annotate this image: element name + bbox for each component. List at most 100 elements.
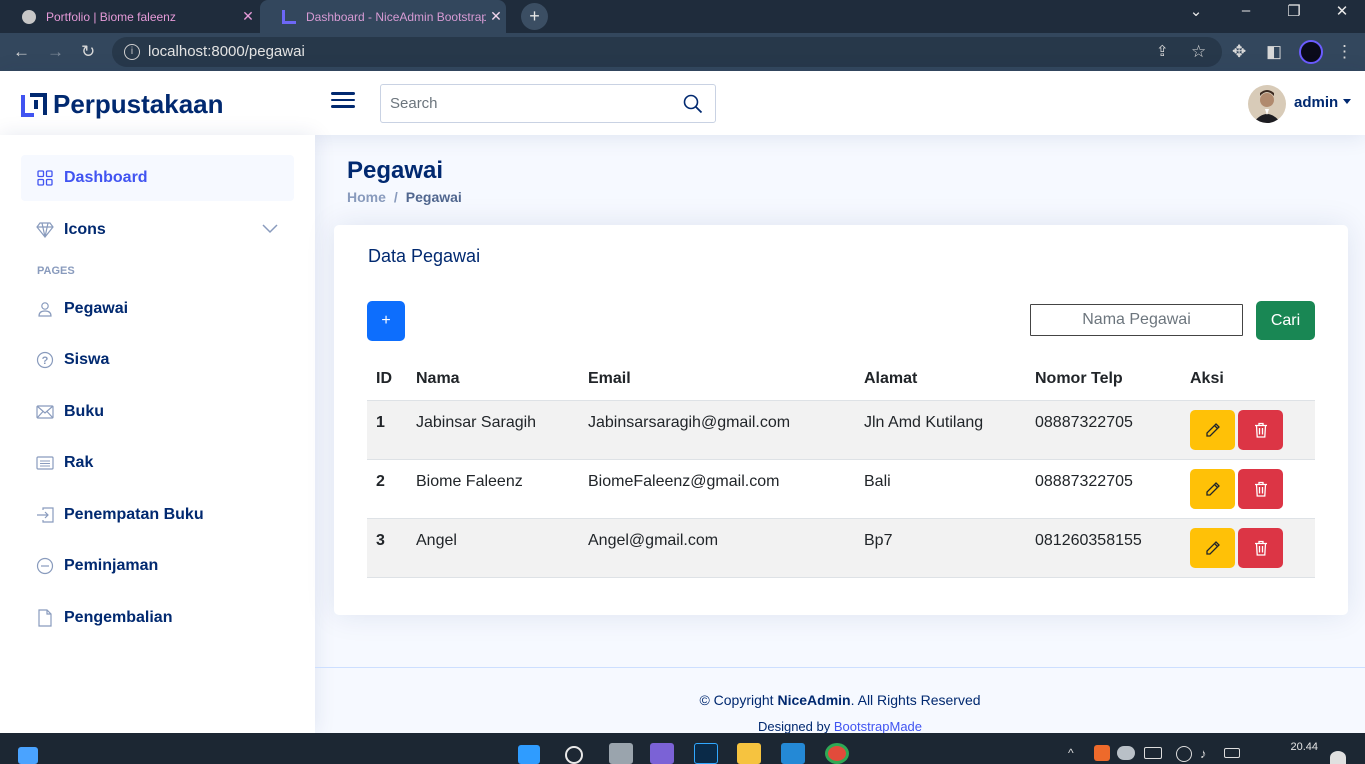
table-header-row: ID Nama Email Alamat Nomor Telp Aksi: [367, 359, 1315, 400]
task-view-icon[interactable]: [609, 743, 633, 764]
close-window-icon[interactable]: ✕: [1327, 2, 1357, 20]
sidebar-item-pengembalian[interactable]: Pengembalian: [21, 595, 294, 641]
back-icon[interactable]: ←: [13, 42, 30, 62]
profile-avatar-icon[interactable]: [1299, 40, 1323, 64]
delete-button[interactable]: [1238, 409, 1283, 450]
menu-kebab-icon[interactable]: ⋮: [1336, 42, 1353, 62]
breadcrumb-separator: /: [393, 189, 398, 205]
browser-tab-strip: Portfolio | Biome faleenz ✕ Dashboard - …: [0, 0, 1365, 33]
bookmark-star-icon[interactable]: ☆: [1191, 42, 1206, 62]
logo-icon: [21, 92, 47, 117]
question-circle-icon: ?: [36, 351, 54, 369]
pencil-icon: [1205, 481, 1220, 496]
extensions-icon[interactable]: ✥: [1232, 42, 1246, 62]
sidebar-item-penempatan-buku[interactable]: Penempatan Buku: [21, 492, 294, 538]
browser-tab-dashboard[interactable]: Dashboard - NiceAdmin Bootstrap T ✕: [260, 0, 506, 33]
battery-icon[interactable]: [1224, 748, 1240, 758]
globe-network-icon[interactable]: [1176, 746, 1192, 762]
keyboard-icon[interactable]: [1144, 747, 1162, 759]
sidebar: Dashboard Icons PAGES Pegawai ? Siswa Bu…: [0, 135, 315, 733]
brand-logo[interactable]: Perpustakaan: [21, 89, 224, 120]
sidebar-item-icons[interactable]: Icons: [21, 207, 294, 253]
chrome-icon[interactable]: [825, 743, 849, 764]
file-explorer-icon[interactable]: [737, 743, 761, 764]
taskbar-search-icon[interactable]: [565, 746, 583, 764]
bootstrapmade-link[interactable]: BootstrapMade: [834, 719, 922, 734]
new-tab-button[interactable]: +: [521, 3, 548, 30]
notification-icon[interactable]: [1330, 751, 1346, 764]
sidebar-item-label: Dashboard: [64, 169, 148, 186]
minimize-icon[interactable]: –: [1231, 2, 1261, 19]
breadcrumb-current: Pegawai: [405, 189, 462, 205]
box-arrow-in-right-icon: [36, 506, 54, 524]
sidebar-item-label: Buku: [64, 403, 104, 420]
vscode-icon[interactable]: [781, 743, 805, 764]
start-icon[interactable]: [518, 745, 540, 764]
cell-email: Angel@gmail.com: [579, 517, 855, 578]
edit-button[interactable]: [1190, 527, 1235, 568]
reload-icon[interactable]: ↻: [81, 42, 95, 62]
sidebar-item-label: Rak: [64, 454, 94, 471]
nama-pegawai-search-input[interactable]: [1030, 304, 1243, 336]
cell-aksi: [1181, 399, 1315, 459]
user-avatar[interactable]: [1248, 85, 1286, 123]
cell-alamat: Jln Amd Kutilang: [855, 399, 1026, 459]
pegawai-table: ID Nama Email Alamat Nomor Telp Aksi 1 J…: [367, 359, 1315, 578]
svg-text:?: ?: [42, 355, 49, 367]
cari-button[interactable]: Cari: [1256, 301, 1315, 340]
sidebar-item-buku[interactable]: Buku: [21, 389, 294, 435]
restore-icon[interactable]: ❐: [1279, 2, 1309, 20]
forward-icon[interactable]: →: [47, 42, 64, 62]
add-pegawai-button[interactable]: +: [367, 301, 405, 341]
delete-button[interactable]: [1238, 527, 1283, 568]
copyright: © Copyright NiceAdmin. All Rights Reserv…: [315, 692, 1365, 708]
sidebar-item-label: Icons: [64, 221, 106, 238]
share-icon[interactable]: ⇪: [1156, 42, 1169, 62]
sidebar-item-pegawai[interactable]: Pegawai: [21, 286, 294, 332]
trash-icon: [1254, 422, 1267, 438]
sidebar-item-dashboard[interactable]: Dashboard: [21, 155, 294, 201]
volume-icon[interactable]: ♪: [1200, 746, 1216, 762]
edit-button[interactable]: [1190, 409, 1235, 450]
browser-tab-portfolio[interactable]: Portfolio | Biome faleenz ✕: [0, 0, 258, 33]
card-list-icon: [36, 454, 54, 472]
cloud-icon[interactable]: [1117, 746, 1135, 760]
grid-icon: [36, 169, 54, 187]
copyright-suffix: . All Rights Reserved: [850, 692, 981, 708]
column-header-alamat: Alamat: [864, 370, 918, 388]
toggle-sidebar-icon[interactable]: [331, 88, 355, 116]
table-row: 2 Biome Faleenz BiomeFaleenz@gmail.com B…: [367, 458, 1315, 518]
edit-button[interactable]: [1190, 468, 1235, 509]
breadcrumb: Home / Pegawai: [347, 189, 462, 205]
cell-nama: Biome Faleenz: [407, 458, 579, 518]
niceadmin-favicon-icon: [282, 9, 296, 24]
cell-alamat: Bp7: [855, 517, 1026, 578]
close-tab-icon[interactable]: ✕: [486, 8, 506, 25]
sidebar-item-rak[interactable]: Rak: [21, 440, 294, 486]
chevron-up-icon[interactable]: ^: [1068, 747, 1082, 761]
teams-icon[interactable]: [650, 743, 674, 764]
cell-email: Jabinsarsaragih@gmail.com: [579, 399, 855, 459]
credits-prefix: Designed by: [757, 719, 834, 734]
tab-search-icon[interactable]: ⌄: [1181, 2, 1211, 20]
sidebar-item-peminjaman[interactable]: Peminjaman: [21, 543, 294, 589]
pencil-icon: [1205, 540, 1220, 555]
site-info-icon[interactable]: i: [124, 44, 140, 60]
address-bar[interactable]: i localhost:8000/pegawai: [112, 37, 1222, 67]
delete-button[interactable]: [1238, 468, 1283, 509]
side-panel-icon[interactable]: ◧: [1266, 42, 1282, 62]
sidebar-item-siswa[interactable]: ? Siswa: [21, 337, 294, 383]
user-menu[interactable]: admin: [1294, 94, 1351, 111]
search-input[interactable]: [381, 85, 661, 122]
widgets-icon[interactable]: [18, 747, 38, 764]
system-clock[interactable]: 20.44: [1282, 741, 1318, 753]
photoshop-icon[interactable]: [694, 743, 718, 764]
xampp-icon[interactable]: [1094, 745, 1110, 761]
tab-title: Portfolio | Biome faleenz: [46, 9, 176, 24]
cell-telp: 08887322705: [1026, 458, 1181, 518]
breadcrumb-home[interactable]: Home: [347, 189, 386, 205]
search-icon[interactable]: [683, 94, 703, 114]
chevron-down-icon[interactable]: [262, 221, 278, 239]
sidebar-item-label: Pegawai: [64, 300, 129, 317]
close-tab-icon[interactable]: ✕: [238, 8, 258, 25]
